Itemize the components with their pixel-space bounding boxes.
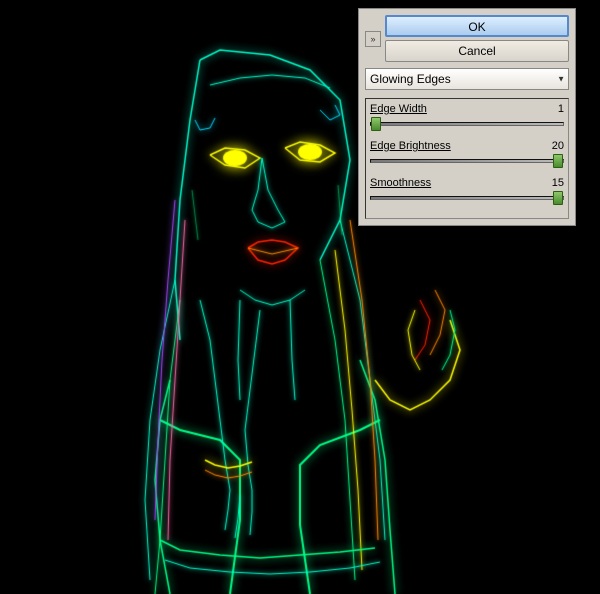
dialog-button-group: OK Cancel [385, 15, 569, 62]
edge-width-row: Edge Width 1 [370, 103, 564, 134]
smoothness-value: 15 [544, 177, 564, 189]
ok-button[interactable]: OK [385, 15, 569, 37]
filter-type-dropdown[interactable]: Glowing Edges Diffuse Glow Glass Ocean R… [365, 68, 569, 90]
filter-dialog: » OK Cancel Glowing Edges Diffuse Glow G… [358, 8, 576, 226]
smoothness-slider[interactable] [370, 191, 564, 205]
dialog-header: » OK Cancel [365, 15, 569, 62]
double-chevron-icon: » [370, 34, 375, 44]
collapse-button[interactable]: » [365, 31, 381, 47]
edge-brightness-value: 20 [544, 140, 564, 152]
smoothness-row: Smoothness 15 [370, 177, 564, 208]
cancel-button[interactable]: Cancel [385, 40, 569, 62]
smoothness-label[interactable]: Smoothness [370, 177, 431, 189]
smoothness-label-row: Smoothness 15 [370, 177, 564, 189]
dropdown-wrapper: Glowing Edges Diffuse Glow Glass Ocean R… [365, 68, 569, 90]
edge-width-label-row: Edge Width 1 [370, 103, 564, 115]
edge-width-slider[interactable] [370, 117, 564, 131]
sliders-container: Edge Width 1 Edge Brightness 20 Smoothne… [365, 98, 569, 219]
edge-width-label[interactable]: Edge Width [370, 103, 427, 115]
edge-width-value: 1 [544, 103, 564, 115]
edge-brightness-slider[interactable] [370, 154, 564, 168]
edge-brightness-row: Edge Brightness 20 [370, 140, 564, 171]
filter-type-row: Glowing Edges Diffuse Glow Glass Ocean R… [365, 68, 569, 90]
edge-brightness-label-row: Edge Brightness 20 [370, 140, 564, 152]
edge-brightness-label[interactable]: Edge Brightness [370, 140, 451, 152]
